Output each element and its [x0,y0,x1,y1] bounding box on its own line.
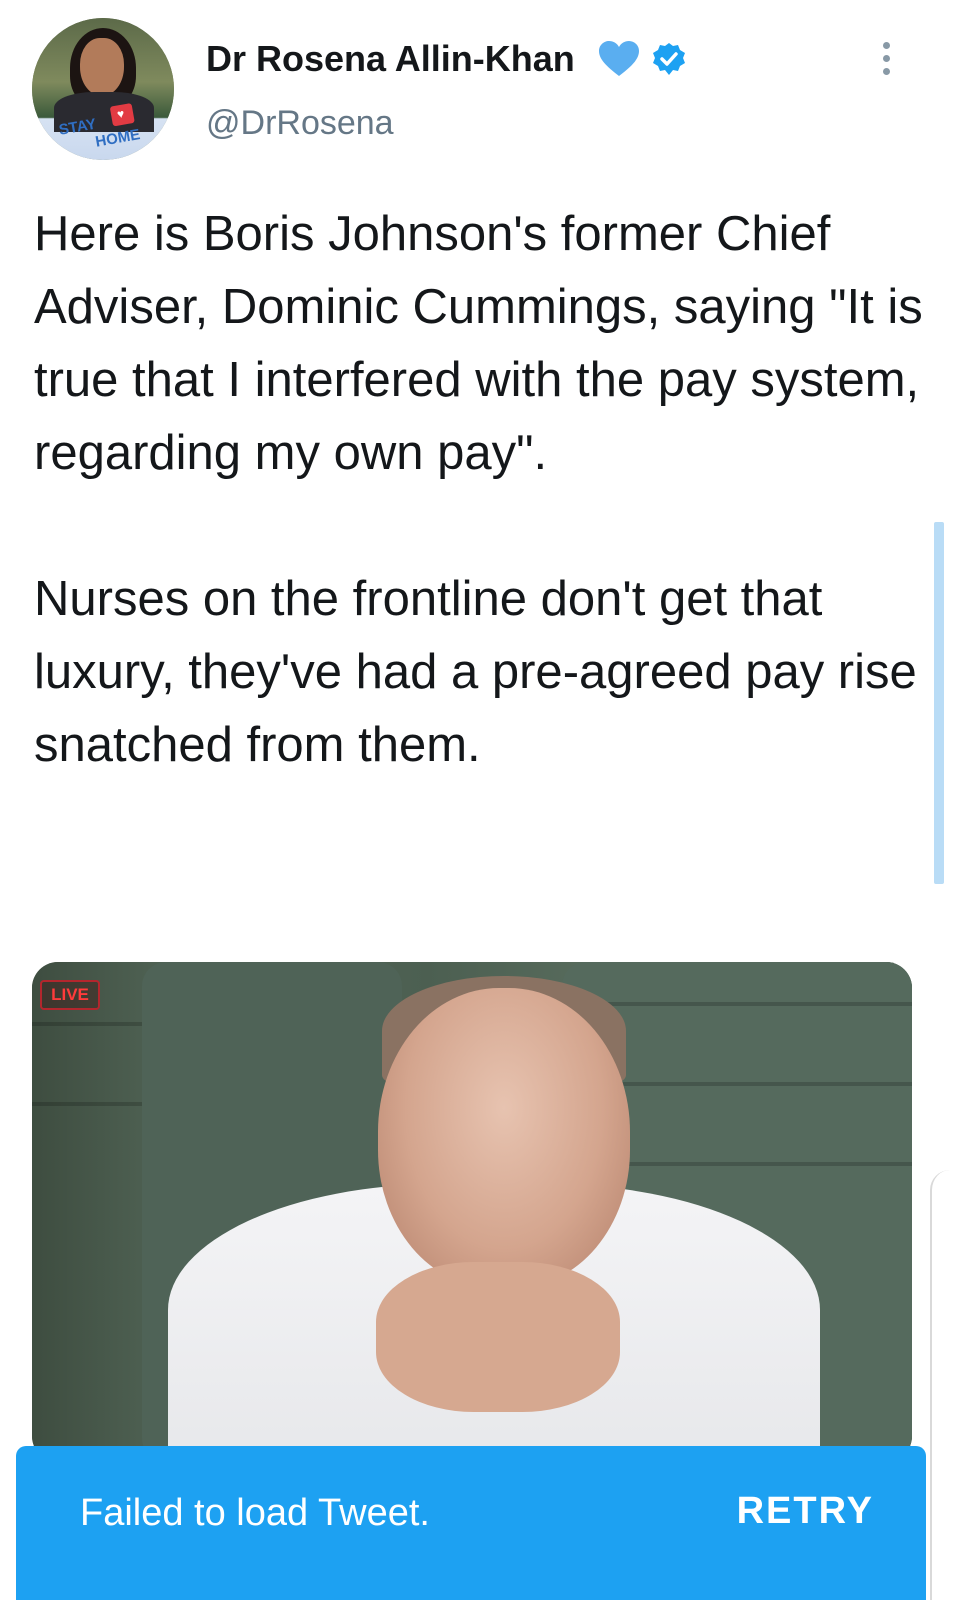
person-head [378,988,630,1288]
live-badge: LIVE [40,980,100,1010]
more-options-icon[interactable] [876,42,896,82]
avatar[interactable]: STAY ♥ HOME [32,18,174,160]
verified-badge-icon [653,43,685,75]
stay-home-badge-line2: HOME [94,126,142,151]
tweet-paragraph-1: Here is Boris Johnson's former Chief Adv… [34,207,923,480]
blue-heart-icon [599,41,639,76]
side-edge-decoration [930,1170,962,1600]
handle[interactable]: @DrRosena [206,104,394,143]
avatar-face [80,38,124,96]
tweet-text: Here is Boris Johnson's former Chief Adv… [34,198,934,782]
chair-stripe [32,1102,142,1106]
chair-stripe [32,1022,142,1026]
tweet-video[interactable]: LIVE [32,962,912,1462]
tweet-paragraph-2: Nurses on the frontline don't get that l… [34,572,917,772]
display-name[interactable]: Dr Rosena Allin-Khan [206,38,575,80]
scroll-indicator[interactable] [934,522,944,884]
error-toast: Failed to load Tweet. RETRY [16,1446,926,1600]
person-hands [376,1262,620,1412]
stay-home-badge-line1: STAY [57,115,98,139]
tweet-header: STAY ♥ HOME Dr Rosena Allin-Khan @DrRose… [0,0,962,180]
toast-message: Failed to load Tweet. [80,1492,430,1534]
house-heart-icon: ♥ [109,102,135,127]
chair-stripe [562,1002,912,1006]
retry-button[interactable]: RETRY [737,1490,874,1533]
